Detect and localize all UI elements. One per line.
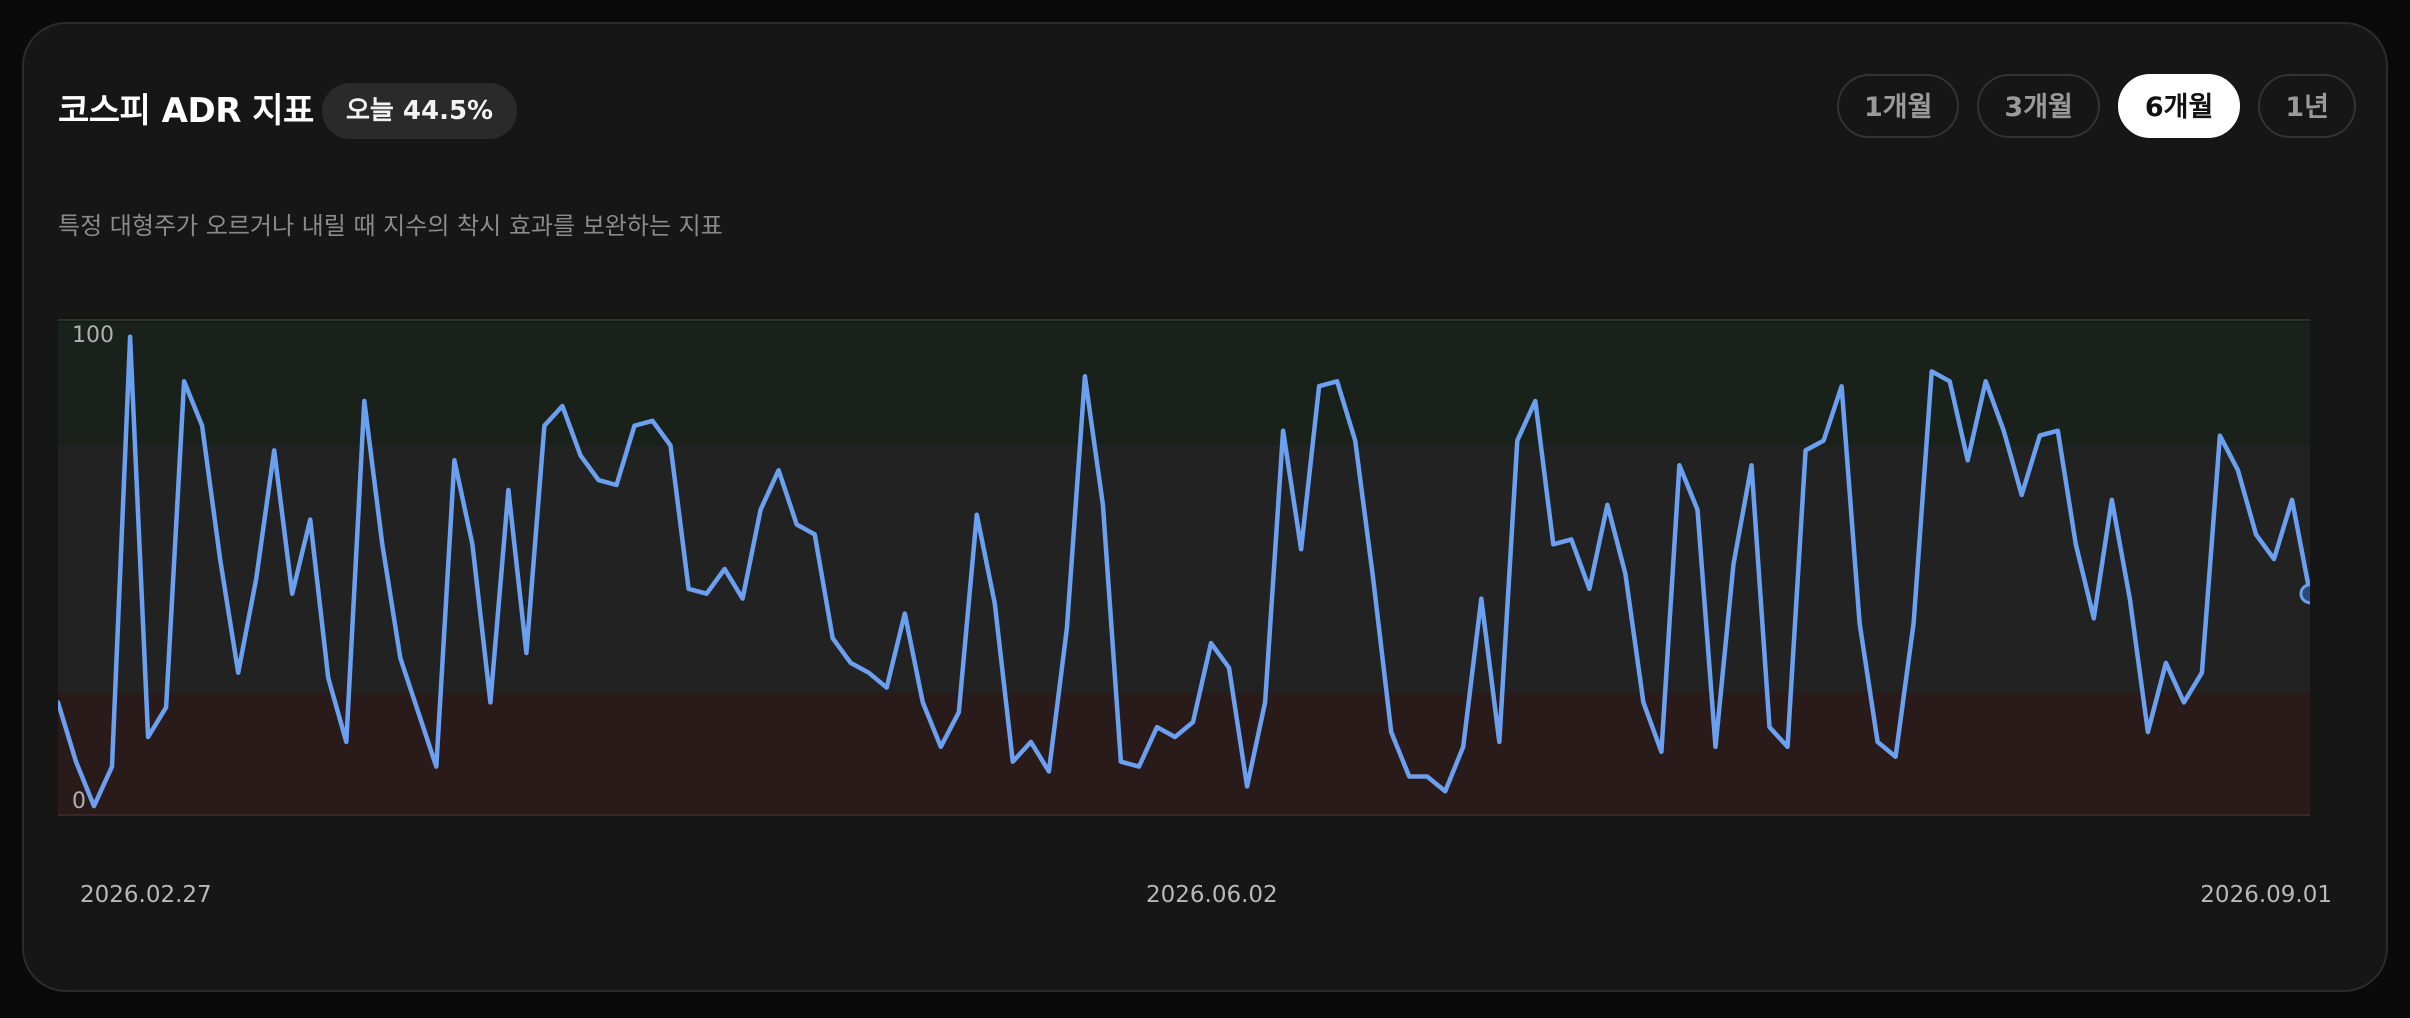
y-tick-label-max: 100: [72, 323, 114, 348]
upper-zone-band: [58, 322, 2310, 446]
x-tick-label-middle: 2026.06.02: [1146, 882, 1278, 908]
adr-line-chart: 100 0: [58, 319, 2310, 816]
middle-zone-band: [58, 445, 2310, 693]
today-value-badge: 오늘 44.5%: [322, 83, 518, 139]
chart-description: 특정 대형주가 오르거나 내릴 때 지수의 착시 효과를 보완하는 지표: [58, 212, 723, 240]
tab-1-month[interactable]: 1개월: [1836, 74, 1960, 138]
period-tabs: 1개월 3개월 6개월 1년: [1836, 74, 2356, 138]
tab-3-months[interactable]: 3개월: [1977, 74, 2100, 138]
tab-1-year[interactable]: 1년: [2258, 74, 2356, 138]
y-tick-label-min: 0: [72, 789, 86, 814]
page-title: 코스피 ADR 지표: [58, 91, 314, 131]
latest-value-marker: [2299, 583, 2310, 605]
x-tick-label-end: 2026.09.01: [2200, 882, 2332, 908]
tab-6-months[interactable]: 6개월: [2117, 74, 2241, 138]
lower-zone-band: [58, 692, 2310, 816]
x-tick-label-start: 2026.02.27: [80, 882, 212, 908]
